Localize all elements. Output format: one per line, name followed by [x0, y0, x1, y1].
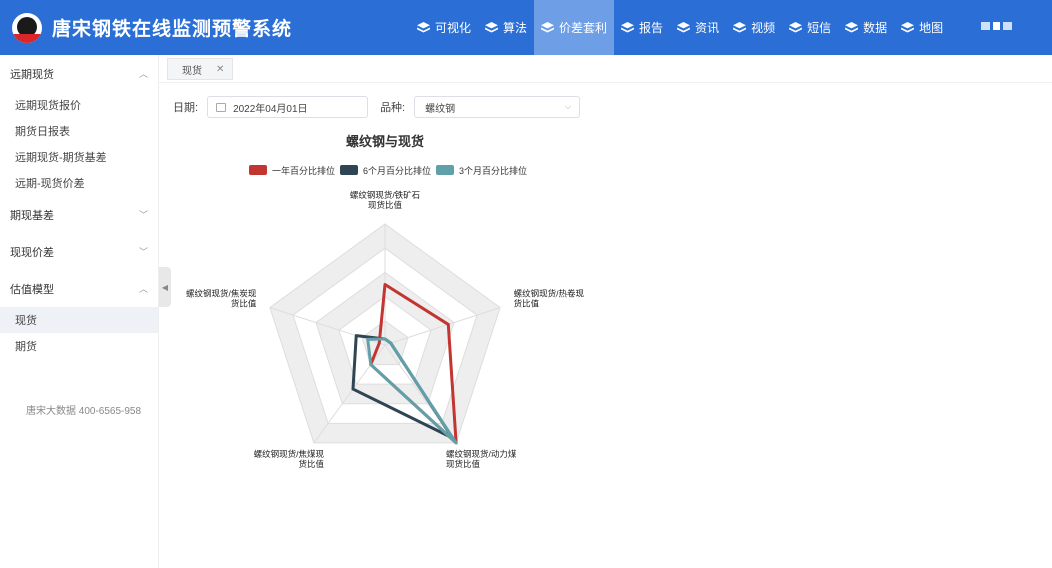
legend-label: 6个月百分比排位 [363, 165, 431, 176]
company-logo [12, 12, 42, 43]
legend-label: 一年百分比排位 [272, 165, 335, 176]
window-controls[interactable] [981, 22, 1012, 30]
chevron-down-icon: ﹀ [138, 210, 148, 220]
variety-value: 螺纹钢 [425, 103, 456, 115]
app-window: 唐宋钢铁在线监测预警系统 可视化 算法 价差套利 报告 资讯 视频 短信 数据 地图 远期现货 ︿… [0, 0, 1052, 568]
tab-label: 现货 [182, 65, 202, 77]
layers-icon [417, 22, 430, 33]
legend-swatch [340, 165, 358, 175]
nav-item-label: 可视化 [435, 21, 472, 35]
filter-row: 日期: 2022年04月01日 品种: 螺纹钢 ⌵ [173, 96, 581, 118]
indicator-label: 螺纹钢现货/热卷现 [514, 289, 585, 299]
sidebar-group-3[interactable]: 估值模型 ︿ [0, 270, 158, 307]
date-value: 2022年04月01日 [233, 103, 308, 115]
layers-icon [621, 22, 634, 33]
date-picker[interactable]: 2022年04月01日 [207, 96, 369, 118]
radar-chart: 螺纹钢与现货一年百分比排位 6个月百分比排位 3个月百分比排位螺纹钢现货/铁矿石现货… [186, 134, 585, 469]
nav-item-7[interactable]: 数据 [838, 0, 894, 55]
date-label: 日期: [173, 102, 199, 114]
nav-item-label: 算法 [503, 21, 528, 35]
chevron-down-icon: ﹀ [138, 247, 148, 257]
layers-icon [901, 22, 915, 33]
app-title: 唐宋钢铁在线监测预警系统 [52, 19, 293, 40]
nav-item-label: 报告 [639, 21, 664, 35]
sidebar-menu: 远期现货 ︿ 远期现货报价 期货日报表 远期现货-期货基差 远期-现货价差 期现基差 ﹀ 现现价… [0, 55, 158, 359]
tab-spot[interactable]: 现货 ✕ [167, 58, 234, 80]
sidebar-item[interactable]: 远期现货-期货基差 [0, 144, 158, 170]
indicator-label: 螺纹钢现货/铁矿石 [350, 190, 420, 200]
window-control-1[interactable] [981, 22, 990, 30]
nav-item-6[interactable]: 短信 [782, 0, 838, 55]
sidebar-group-0[interactable]: 远期现货 ︿ [0, 55, 158, 92]
indicator-label: 螺纹钢现货/焦炭现 [186, 289, 257, 299]
nav-item-3[interactable]: 报告 [614, 0, 670, 55]
chevron-down-icon: ⌵ [565, 102, 572, 111]
nav-item-label: 价差套利 [559, 21, 608, 35]
nav-item-8[interactable]: 地图 [894, 0, 950, 55]
sidebar-group-1[interactable]: 期现基差 ﹀ [0, 196, 158, 233]
nav-item-2[interactable]: 价差套利 [534, 0, 615, 55]
sidebar-group-2[interactable]: 现现价差 ﹀ [0, 233, 158, 270]
nav-item-label: 视频 [751, 21, 776, 35]
window-control-2[interactable] [993, 22, 1000, 30]
nav-item-label: 资讯 [695, 21, 720, 35]
sidebar-group-label: 估值模型 [10, 283, 54, 296]
nav-item-label: 地图 [919, 21, 944, 35]
nav-item-5[interactable]: 视频 [726, 0, 782, 55]
variety-select[interactable]: 螺纹钢 ⌵ [414, 96, 581, 118]
indicator-label: 货比值 [514, 299, 540, 309]
nav-item-label: 数据 [863, 21, 888, 35]
indicator-label: 现货比值 [368, 200, 403, 210]
indicator-label: 现货比值 [446, 459, 481, 469]
top-bar: 唐宋钢铁在线监测预警系统 可视化 算法 价差套利 报告 资讯 视频 短信 数据 地图 [0, 0, 1052, 55]
chart-title: 螺纹钢与现货 [346, 134, 424, 149]
indicator-label: 螺纹钢现货/动力煤 [446, 449, 517, 459]
layers-icon [485, 22, 498, 33]
close-icon[interactable]: ✕ [216, 64, 224, 75]
window-control-3[interactable] [1003, 22, 1012, 30]
chevron-up-icon: ︿ [138, 69, 148, 79]
sidebar-group-label: 现现价差 [10, 246, 54, 259]
main-nav: 可视化 算法 价差套利 报告 资讯 视频 短信 数据 地图 [410, 0, 950, 55]
nav-item-0[interactable]: 可视化 [410, 0, 478, 55]
layers-icon [541, 22, 554, 33]
sidebar-footer: 唐宋大数据 400-6565-958 [26, 406, 142, 417]
sidebar-item[interactable]: 远期现货报价 [0, 92, 158, 118]
legend-swatch [249, 165, 267, 175]
calendar-icon [216, 102, 227, 112]
chevron-up-icon: ︿ [138, 284, 148, 294]
layers-icon [677, 22, 690, 33]
layers-icon [845, 22, 859, 33]
sidebar: 远期现货 ︿ 远期现货报价 期货日报表 远期现货-期货基差 远期-现货价差 期现基差 ﹀ 现现价… [0, 55, 159, 568]
nav-item-label: 短信 [807, 21, 832, 35]
sidebar-group-label: 远期现货 [10, 68, 54, 81]
indicator-label: 货比值 [298, 459, 324, 469]
sidebar-item[interactable]: 期货日报表 [0, 118, 158, 144]
nav-item-1[interactable]: 算法 [478, 0, 534, 55]
legend-swatch [436, 165, 454, 175]
indicator-label: 货比值 [231, 299, 257, 309]
variety-label: 品种: [380, 102, 406, 114]
sidebar-item[interactable]: 远期-现货价差 [0, 170, 158, 196]
nav-item-4[interactable]: 资讯 [670, 0, 726, 55]
tab-bar: 现货 ✕ [159, 55, 1052, 83]
layers-icon [733, 22, 746, 33]
layers-icon [789, 22, 803, 33]
indicator-label: 螺纹钢现货/焦煤现 [254, 449, 325, 459]
legend-label: 3个月百分比排位 [459, 165, 527, 176]
sidebar-item[interactable]: 现货 [0, 307, 158, 333]
sidebar-item[interactable]: 期货 [0, 333, 158, 359]
sidebar-group-label: 期现基差 [10, 209, 54, 222]
